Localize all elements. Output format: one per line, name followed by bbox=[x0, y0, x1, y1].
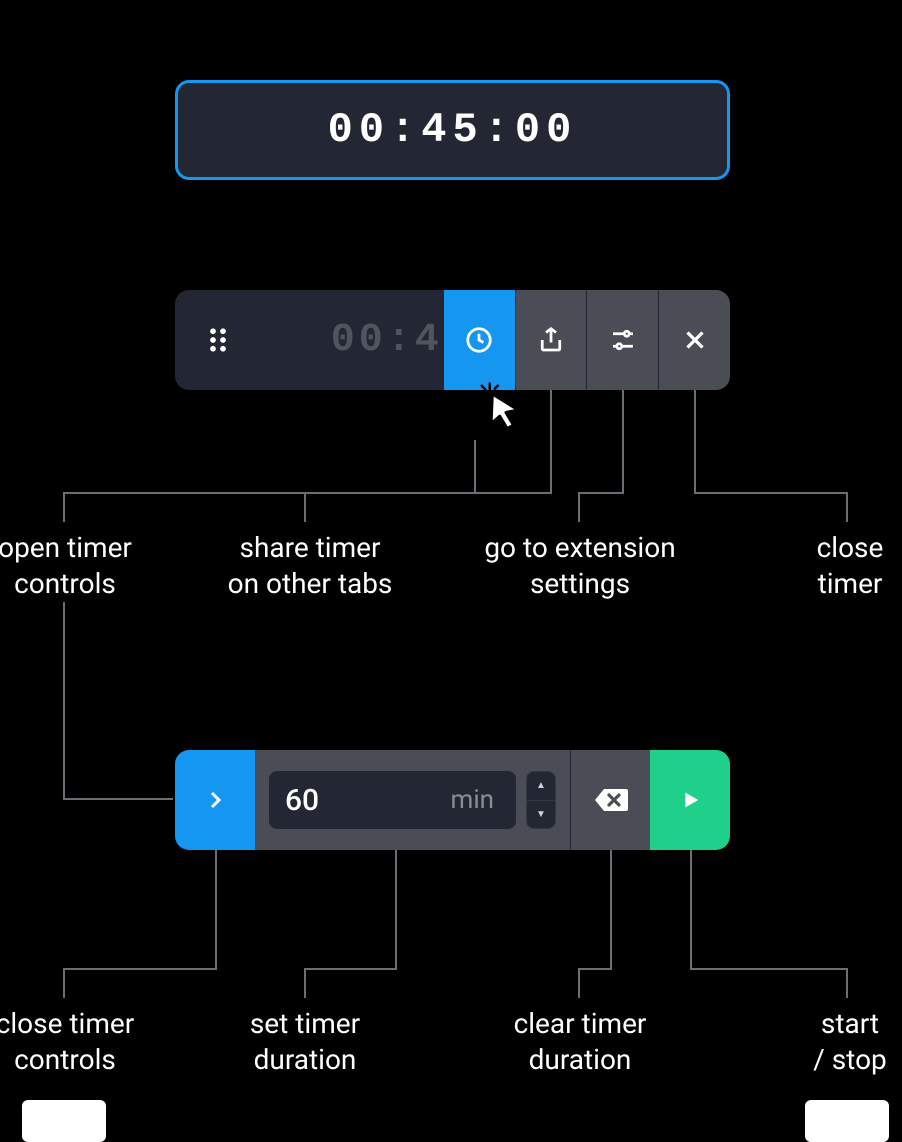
connector bbox=[846, 968, 848, 998]
connector bbox=[215, 850, 217, 970]
connector bbox=[304, 492, 306, 522]
controls-middle: 60 min ▲ ▼ bbox=[255, 750, 570, 850]
timer-display: 00:45:00 bbox=[175, 80, 730, 180]
extension-settings-button[interactable] bbox=[586, 290, 658, 390]
connector bbox=[610, 850, 612, 970]
connector bbox=[690, 968, 848, 970]
start-stop-button[interactable] bbox=[650, 750, 730, 850]
connector bbox=[63, 968, 217, 970]
open-timer-controls-button[interactable] bbox=[443, 290, 515, 390]
connector bbox=[63, 492, 65, 522]
connector bbox=[578, 968, 580, 998]
timer-controls-panel: 60 min ▲ ▼ bbox=[175, 750, 730, 850]
connector bbox=[63, 968, 65, 998]
connector bbox=[846, 492, 848, 522]
stepper-up-icon[interactable]: ▲ bbox=[527, 772, 555, 801]
share-icon bbox=[536, 325, 566, 355]
grip-icon bbox=[203, 325, 233, 355]
close-timer-button[interactable] bbox=[658, 290, 730, 390]
duration-input[interactable]: 60 min bbox=[269, 771, 516, 829]
connector bbox=[578, 968, 612, 970]
chevron-right-icon bbox=[203, 788, 227, 812]
connector bbox=[304, 968, 397, 970]
annotation-set-duration: set timer duration bbox=[240, 1006, 370, 1079]
clear-duration-button[interactable] bbox=[570, 750, 650, 850]
connector bbox=[622, 390, 624, 494]
sliders-icon bbox=[608, 325, 638, 355]
duration-unit: min bbox=[451, 785, 494, 815]
placeholder-right bbox=[805, 1100, 889, 1142]
toolbar-time-preview: 00:4 bbox=[261, 290, 443, 390]
backspace-icon bbox=[594, 787, 628, 813]
placeholder-left bbox=[22, 1100, 106, 1142]
connector bbox=[694, 492, 848, 494]
connector bbox=[694, 390, 696, 494]
connector bbox=[578, 492, 624, 494]
annotation-start-stop: start / stop bbox=[800, 1006, 900, 1079]
duration-stepper[interactable]: ▲ ▼ bbox=[526, 771, 556, 829]
drag-handle[interactable] bbox=[175, 290, 261, 390]
annotation-open-controls: open timer controls bbox=[0, 530, 140, 603]
play-icon bbox=[679, 789, 701, 811]
annotation-share: share timer on other tabs bbox=[215, 530, 405, 603]
connector bbox=[304, 968, 306, 998]
cursor-pointer-icon bbox=[476, 380, 526, 430]
connector bbox=[63, 798, 173, 800]
connector bbox=[63, 602, 65, 800]
close-timer-controls-button[interactable] bbox=[175, 750, 255, 850]
connector bbox=[578, 492, 580, 522]
annotation-close: close timer bbox=[800, 530, 900, 603]
connector bbox=[395, 850, 397, 970]
duration-value: 60 bbox=[285, 783, 451, 818]
connector bbox=[474, 440, 476, 494]
share-timer-button[interactable] bbox=[515, 290, 587, 390]
connector bbox=[550, 390, 552, 494]
annotation-close-controls: close timer controls bbox=[0, 1006, 140, 1079]
connector bbox=[304, 492, 550, 494]
annotation-settings: go to extension settings bbox=[475, 530, 685, 603]
connector bbox=[690, 850, 692, 970]
annotation-clear-duration: clear timer duration bbox=[505, 1006, 655, 1079]
stepper-down-icon[interactable]: ▼ bbox=[527, 801, 555, 829]
clock-icon bbox=[464, 325, 494, 355]
timer-display-value: 00:45:00 bbox=[328, 106, 578, 154]
close-icon bbox=[680, 325, 710, 355]
timer-toolbar: 00:4 bbox=[175, 290, 730, 390]
